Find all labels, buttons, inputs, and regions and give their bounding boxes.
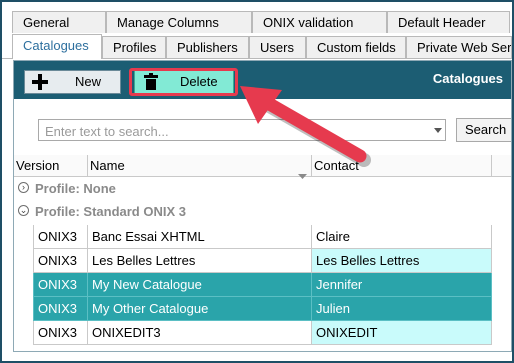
cell-name[interactable]: Banc Essai XHTML	[88, 225, 312, 249]
cell-version[interactable]: ONIX3	[33, 225, 88, 249]
plus-icon	[31, 73, 49, 91]
collapse-icon[interactable]: ⌄	[18, 205, 29, 216]
tab-label: Private Web Serv	[417, 40, 512, 55]
group-label: Profile: None	[35, 181, 116, 196]
cell-contact[interactable]: ONIXEDIT	[312, 321, 492, 345]
table-row-selected[interactable]: ONIX3 My New Catalogue Jennifer	[14, 273, 511, 297]
tab-custom-fields[interactable]: Custom fields	[306, 36, 406, 58]
tab-label: Default Header	[398, 15, 486, 30]
tab-label: Custom fields	[317, 40, 396, 55]
cell-name[interactable]: ONIXEDIT3	[88, 321, 312, 345]
group-row-profile-standard-onix3[interactable]: ⌄ Profile: Standard ONIX 3	[18, 201, 488, 223]
catalogues-grid: Version Name Contact › Profile: None ⌄ P…	[14, 155, 511, 351]
new-button-label: New	[75, 74, 102, 89]
table-row[interactable]: ONIX3 ONIXEDIT3 ONIXEDIT	[14, 321, 511, 345]
tab-publishers[interactable]: Publishers	[166, 36, 249, 58]
table-row-selected[interactable]: ONIX3 My Other Catalogue Julien	[14, 297, 511, 321]
cell-contact[interactable]: Les Belles Lettres	[312, 249, 492, 273]
tab-default-header[interactable]: Default Header	[387, 11, 510, 33]
table-row[interactable]: ONIX3 Banc Essai XHTML Claire	[14, 225, 511, 249]
chevron-down-icon[interactable]	[434, 128, 442, 133]
tab-label: Profiles	[113, 40, 157, 55]
group-row-profile-none[interactable]: › Profile: None	[18, 178, 488, 200]
cell-name[interactable]: My New Catalogue	[88, 273, 312, 297]
tab-private-web-services[interactable]: Private Web Serv	[406, 36, 512, 58]
search-button[interactable]: Search	[456, 118, 511, 142]
tab-manage-columns[interactable]: Manage Columns	[106, 11, 252, 33]
cell-name[interactable]: Les Belles Lettres	[88, 249, 312, 273]
group-label: Profile: Standard ONIX 3	[35, 204, 186, 219]
tab-profiles[interactable]: Profiles	[102, 36, 166, 58]
column-header-version[interactable]: Version	[14, 155, 88, 177]
new-button[interactable]: New	[24, 70, 121, 94]
tab-onix-validation[interactable]: ONIX validation	[252, 11, 387, 33]
table-row[interactable]: ONIX3 Les Belles Lettres Les Belles Lett…	[14, 249, 511, 273]
cell-contact[interactable]: Claire	[312, 225, 492, 249]
expand-icon[interactable]: ›	[18, 182, 29, 193]
tab-label: Manage Columns	[117, 15, 219, 30]
settings-window: General Manage Columns ONIX validation D…	[0, 0, 514, 363]
arrow-icon	[240, 86, 371, 167]
panel-title: Catalogues	[432, 71, 503, 86]
cell-contact[interactable]: Julien	[312, 297, 492, 321]
cell-name[interactable]: My Other Catalogue	[88, 297, 312, 321]
tab-label: Publishers	[177, 40, 238, 55]
tab-label: General	[23, 15, 70, 30]
tab-general[interactable]: General	[12, 11, 106, 33]
cell-version[interactable]: ONIX3	[33, 297, 88, 321]
cell-contact[interactable]: Jennifer	[312, 273, 492, 297]
tab-users[interactable]: Users	[249, 36, 306, 58]
cell-version[interactable]: ONIX3	[33, 273, 88, 297]
tab-label: ONIX validation	[263, 15, 354, 30]
tab-catalogues[interactable]: Catalogues	[12, 34, 102, 59]
highlight-box	[129, 68, 238, 96]
cell-version[interactable]: ONIX3	[33, 249, 88, 273]
column-header-spacer	[492, 155, 511, 177]
column-header-label: Name	[90, 158, 125, 173]
tab-label: Users	[260, 40, 294, 55]
cell-version[interactable]: ONIX3	[33, 321, 88, 345]
tab-label: Catalogues	[23, 38, 89, 53]
